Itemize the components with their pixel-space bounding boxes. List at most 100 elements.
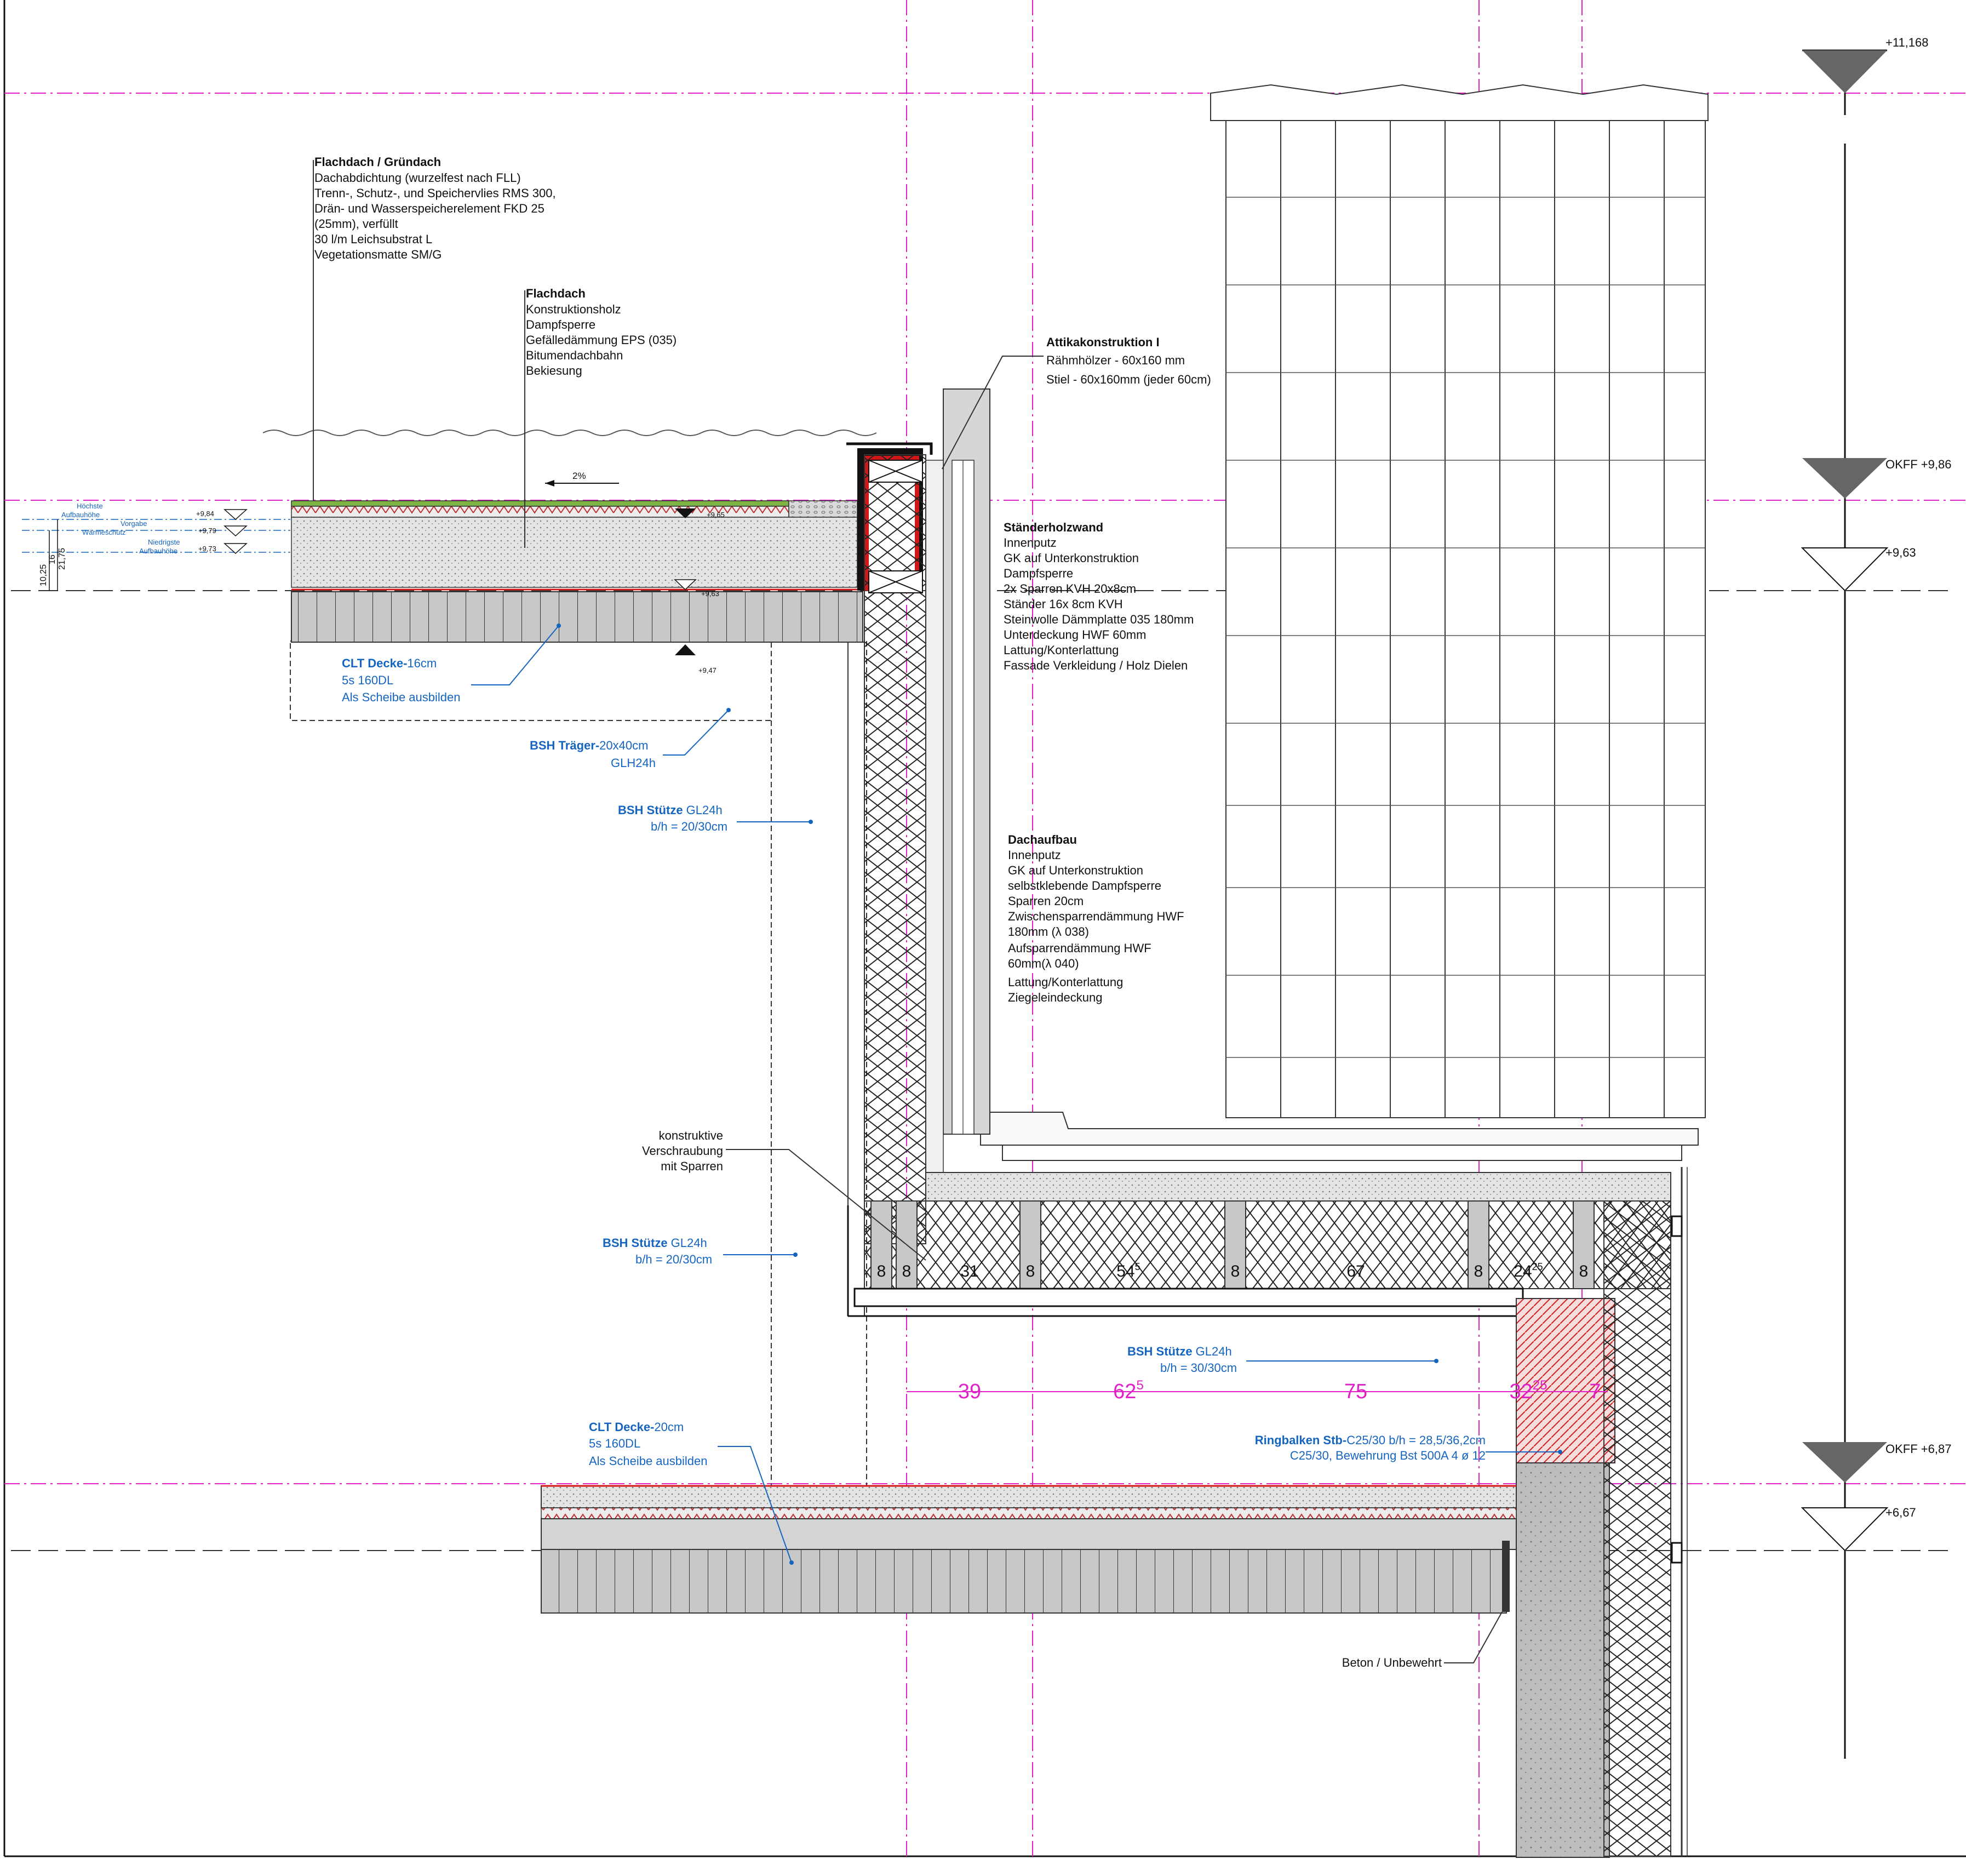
svg-text:BSH Stütze GL24h: BSH Stütze GL24h bbox=[603, 1236, 707, 1250]
svg-text:BSH Stütze GL24h: BSH Stütze GL24h bbox=[1127, 1345, 1232, 1358]
svg-text:Ringbalken Stb-C25/30 b/h = 28: Ringbalken Stb-C25/30 b/h = 28,5/36,2cm bbox=[1255, 1433, 1486, 1447]
dachaufbau-line: Lattung/Konterlattung bbox=[1008, 975, 1123, 989]
dim-text: 54 bbox=[1116, 1262, 1134, 1280]
level-value: +9,63 bbox=[701, 590, 719, 598]
staender-line: 2x Sparren KVH 20x8cm bbox=[1004, 582, 1136, 596]
verschraubung-line: mit Sparren bbox=[661, 1159, 723, 1173]
dachaufbau-line: Aufsparrendämmung HWF bbox=[1008, 941, 1151, 955]
level-value: +9,47 bbox=[698, 666, 717, 674]
dachaufbau-title: Dachaufbau bbox=[1008, 833, 1077, 847]
dim-sup: 5 bbox=[1136, 1378, 1143, 1393]
dim-text: 31 bbox=[960, 1262, 978, 1280]
stuetze3-title: BSH Stütze bbox=[1127, 1345, 1193, 1358]
label-beton: Beton / Unbewehrt bbox=[1342, 1611, 1503, 1669]
dim-text: 32 bbox=[1510, 1380, 1533, 1403]
dachaufbau-line: Zwischensparrendämmung HWF bbox=[1008, 910, 1184, 923]
flachdach-line: Gefälledämmung EPS (035) bbox=[526, 333, 677, 347]
dim-text: 10,25 bbox=[39, 564, 48, 586]
gruendach-line: Vegetationsmatte SM/G bbox=[314, 248, 442, 261]
dim-sup: 25 bbox=[1532, 1261, 1543, 1272]
level-note: Wärmeschutz bbox=[82, 528, 125, 536]
staender-line: Innenputz bbox=[1004, 536, 1057, 550]
ringbalken-spec: C25/30 b/h = 28,5/36,2cm bbox=[1346, 1433, 1486, 1447]
level-note: Niedrigste bbox=[148, 538, 180, 546]
flachdach-line: Bitumendachbahn bbox=[526, 348, 623, 362]
label-staenderholzwand: Ständerholzwand Innenputz GK auf Unterko… bbox=[1004, 521, 1194, 672]
dim-text: 8 bbox=[1474, 1262, 1483, 1280]
label-dachaufbau: Dachaufbau Innenputz GK auf Unterkonstru… bbox=[1008, 833, 1184, 1004]
level-note: Aufbauhöhe bbox=[61, 511, 100, 519]
clt16-line: Als Scheibe ausbilden bbox=[342, 690, 460, 704]
stuetze2-grade: GL24h bbox=[668, 1236, 707, 1250]
gruendach-line: Dachabdichtung (wurzelfest nach FLL) bbox=[314, 171, 521, 185]
stuetze1-grade: GL24h bbox=[683, 803, 723, 817]
dim-text: 62 bbox=[1113, 1380, 1136, 1403]
stuetze1-line: b/h = 20/30cm bbox=[651, 820, 727, 833]
dim-text: 8 bbox=[902, 1262, 912, 1280]
ringbalken-title: Ringbalken Stb- bbox=[1255, 1433, 1346, 1447]
level-note: Vorgabe bbox=[121, 519, 147, 528]
dim-text: 8 bbox=[877, 1262, 886, 1280]
staender-line: Ständer 16x 8cm KVH bbox=[1004, 597, 1123, 611]
lower-clt-slab bbox=[541, 1485, 1517, 1614]
stuetze2-line: b/h = 20/30cm bbox=[635, 1252, 712, 1266]
traeger-size: 20x40cm bbox=[599, 739, 648, 752]
dachaufbau-line: GK auf Unterkonstruktion bbox=[1008, 863, 1143, 877]
verschraubung-line: Verschraubung bbox=[642, 1144, 723, 1158]
staender-line: Fassade Verkleidung / Holz Dielen bbox=[1004, 659, 1188, 672]
verschraubung-line: konstruktive bbox=[659, 1129, 723, 1142]
gruendach-line: 30 l/m Leichsubstrat L bbox=[314, 232, 432, 246]
elevation-marker-667: +6,67 bbox=[1801, 1506, 1916, 1552]
level-note: Aufbauhöhe bbox=[139, 547, 177, 555]
flachdach-title: Flachdach bbox=[526, 287, 586, 300]
dim-text: 39 bbox=[958, 1380, 981, 1403]
clt20-line: Als Scheibe ausbilden bbox=[589, 1454, 707, 1468]
clt20-line: 5s 160DL bbox=[589, 1437, 640, 1450]
dim-sup: 25 bbox=[1533, 1378, 1547, 1393]
label-bsh-stuetze-1: BSH Stütze GL24h b/h = 20/30cm bbox=[618, 803, 813, 833]
dachaufbau-line: Sparren 20cm bbox=[1008, 894, 1084, 908]
traeger-title: BSH Träger- bbox=[530, 739, 599, 752]
level-value: +9,65 bbox=[707, 511, 725, 519]
dim-sup: 5 bbox=[1135, 1261, 1140, 1272]
level-value: +9,73 bbox=[198, 545, 216, 553]
elevation-label: +6,67 bbox=[1885, 1506, 1916, 1519]
elevation-label: OKFF +6,87 bbox=[1885, 1442, 1951, 1456]
staender-line: GK auf Unterkonstruktion bbox=[1004, 551, 1139, 565]
gruendach-title: Flachdach / Gründach bbox=[314, 155, 441, 169]
clt20-size: 20cm bbox=[654, 1420, 684, 1434]
elevation-marker-963: +9,63 bbox=[1801, 546, 1916, 592]
staender-line: Dampfsperre bbox=[1004, 567, 1073, 580]
stuetze3-line: b/h = 30/30cm bbox=[1160, 1361, 1237, 1375]
flat-roof-buildup bbox=[262, 430, 877, 643]
level-value: +9,84 bbox=[196, 510, 214, 518]
staender-line: Lattung/Konterlattung bbox=[1004, 643, 1119, 657]
dachaufbau-line: 60mm(λ 040) bbox=[1008, 957, 1079, 970]
traeger-line: GLH24h bbox=[611, 756, 656, 770]
svg-text:CLT Decke-16cm: CLT Decke-16cm bbox=[342, 656, 437, 670]
ringbalken-line: C25/30, Bewehrung Bst 500A 4 ø 12 bbox=[1290, 1449, 1486, 1462]
stuetze2-title: BSH Stütze bbox=[603, 1236, 668, 1250]
dachaufbau-line: 180mm (λ 038) bbox=[1008, 925, 1089, 939]
attika-line: Stiel - 60x160mm (jeder 60cm) bbox=[1046, 373, 1211, 386]
roof-slab bbox=[847, 1172, 1671, 1317]
level-value: +9,79 bbox=[198, 527, 216, 535]
elevation-marker-okff-986: OKFF +9,86 bbox=[1802, 457, 1951, 499]
slope-label: 2% bbox=[572, 471, 586, 481]
level-note: Höchste bbox=[77, 502, 103, 510]
attika-title: Attikakonstruktion I bbox=[1046, 335, 1160, 349]
elevation-label: +9,63 bbox=[1885, 546, 1916, 559]
svg-text:625: 625 bbox=[1113, 1378, 1144, 1403]
dim-text: 8 bbox=[1231, 1262, 1240, 1280]
staender-title: Ständerholzwand bbox=[1004, 521, 1103, 534]
dim-text: 67 bbox=[1346, 1262, 1365, 1280]
beton-label: Beton / Unbewehrt bbox=[1342, 1656, 1442, 1669]
elevation-label: OKFF +9,86 bbox=[1885, 457, 1951, 471]
magenta-dimension-chain: 39 625 75 3225 7 bbox=[907, 1378, 1608, 1403]
dim-text: 8 bbox=[1026, 1262, 1035, 1280]
slab-boundary bbox=[290, 640, 867, 1490]
stuetze3-grade: GL24h bbox=[1193, 1345, 1232, 1358]
flachdach-line: Bekiesung bbox=[526, 364, 582, 378]
label-gruendach: Flachdach / Gründach Dachabdichtung (wur… bbox=[313, 155, 556, 501]
clt16-size: 16cm bbox=[407, 656, 437, 670]
